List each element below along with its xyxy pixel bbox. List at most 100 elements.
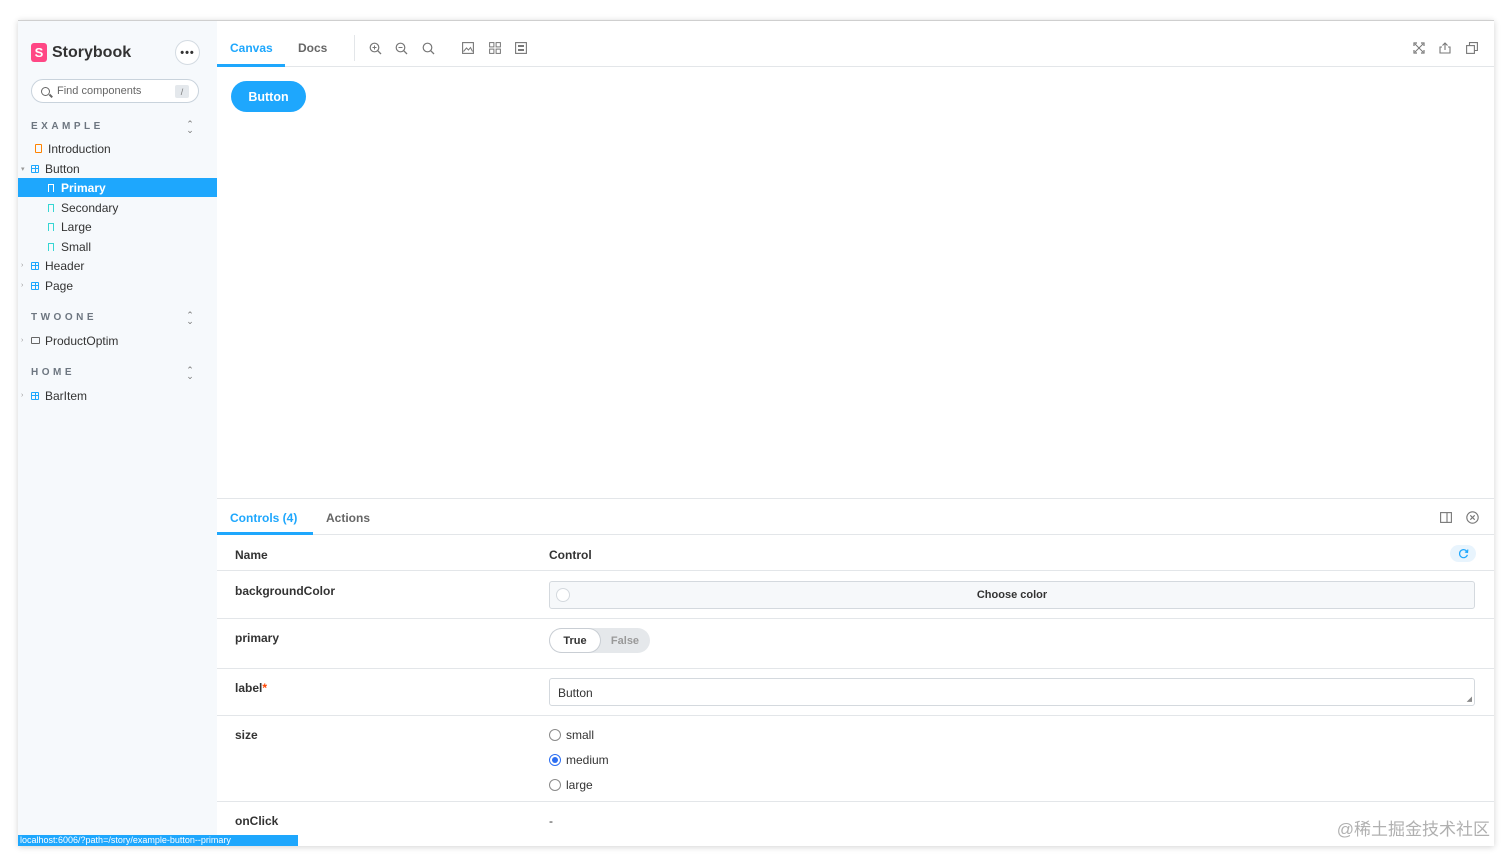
search-icon — [41, 86, 50, 96]
tab-actions[interactable]: Actions — [326, 511, 370, 525]
radio-option-small[interactable]: small — [549, 728, 594, 742]
control-name: label* — [235, 681, 268, 695]
fullscreen-icon[interactable] — [1412, 41, 1426, 55]
group-title-example[interactable]: EXAMPLE — [31, 121, 104, 132]
addons-panel: Controls (4) Actions Name Control backgr… — [217, 498, 1494, 846]
sidebar-item-label: Page — [45, 278, 74, 293]
collapsed-arrow-icon: › — [21, 282, 24, 289]
collapsed-arrow-icon: › — [21, 262, 24, 269]
search-box[interactable]: Find components / — [31, 79, 199, 103]
component-icon — [31, 164, 39, 173]
component-icon — [31, 281, 39, 290]
control-row-primary: primary True False — [217, 619, 1494, 669]
collapsed-arrow-icon: › — [21, 392, 24, 399]
control-row-label: label* Button ◢ — [217, 669, 1494, 716]
sidebar-item-header[interactable]: › Header — [18, 256, 217, 275]
sidebar-item-label: Secondary — [61, 200, 119, 215]
preview-canvas: Button — [217, 67, 1494, 498]
status-bar-url: localhost:6006/?path=/story/example-butt… — [18, 835, 298, 846]
bookmark-icon — [48, 242, 54, 251]
radio-button-selected[interactable] — [549, 754, 561, 766]
control-row-backgroundcolor: backgroundColor Choose color — [217, 572, 1494, 619]
column-header-name: Name — [235, 548, 268, 562]
sidebar-item-secondary[interactable]: Secondary — [18, 198, 217, 217]
copy-link-icon[interactable] — [1465, 41, 1479, 55]
outline-icon[interactable] — [514, 41, 528, 55]
collapse-chevron-icon[interactable]: ⌃ ⌄ — [186, 311, 194, 326]
control-name: size — [235, 728, 258, 742]
background-image-icon[interactable] — [461, 41, 475, 55]
menu-button[interactable]: ••• — [175, 40, 200, 65]
grid-icon[interactable] — [488, 41, 502, 55]
search-input[interactable]: Find components — [57, 85, 141, 97]
tab-controls[interactable]: Controls (4) — [230, 511, 297, 525]
resize-grip-icon[interactable]: ◢ — [1467, 695, 1472, 703]
group-title-twoone[interactable]: TWOONE — [31, 312, 97, 323]
label-text-input[interactable]: Button ◢ — [549, 678, 1475, 706]
bookmark-icon — [48, 222, 54, 231]
storybook-logo-icon: S — [31, 43, 47, 62]
sidebar-item-label: ProductOptim — [45, 333, 119, 348]
reset-controls-button[interactable] — [1450, 545, 1476, 562]
component-icon — [31, 391, 39, 400]
expanded-arrow-icon: ▾ — [21, 165, 25, 173]
radio-button[interactable] — [549, 729, 561, 741]
brand-name: Storybook — [52, 43, 132, 61]
close-panel-icon[interactable] — [1465, 510, 1479, 524]
bookmark-icon — [48, 203, 54, 212]
toolbar: Canvas Docs — [217, 21, 1494, 67]
active-panel-tab-indicator — [217, 532, 313, 535]
sidebar-item-label: Small — [61, 239, 92, 254]
toggle-true-option[interactable]: True — [550, 629, 600, 652]
boolean-toggle[interactable]: True False — [549, 628, 650, 653]
collapse-chevron-icon[interactable]: ⌃ ⌄ — [186, 120, 194, 135]
sidebar-item-small[interactable]: Small — [18, 237, 217, 256]
toolbar-divider — [354, 35, 355, 61]
sidebar-item-label: Button — [45, 161, 80, 176]
bookmark-icon — [48, 183, 54, 192]
tab-docs[interactable]: Docs — [298, 41, 327, 55]
sidebar-item-page[interactable]: › Page — [18, 276, 217, 295]
sidebar-item-label: Primary — [61, 180, 106, 195]
search-shortcut-key: / — [175, 85, 189, 98]
panel-orientation-icon[interactable] — [1439, 510, 1453, 524]
controls-table-header: Name Control — [217, 536, 1494, 571]
sidebar-item-introduction[interactable]: Introduction — [18, 139, 217, 158]
control-name: primary — [235, 631, 280, 645]
radio-button[interactable] — [549, 779, 561, 791]
collapsed-arrow-icon: › — [21, 337, 24, 344]
preview-primary-button[interactable]: Button — [231, 81, 306, 112]
sidebar-item-productoptim[interactable]: › ProductOptim — [18, 331, 217, 350]
control-name: onClick — [235, 814, 279, 828]
sidebar: S Storybook ••• Find components / EXAMPL… — [18, 21, 217, 846]
sidebar-item-label: Introduction — [48, 141, 111, 156]
column-header-control: Control — [549, 548, 592, 562]
color-swatch — [556, 588, 570, 602]
zoom-reset-icon[interactable] — [421, 41, 435, 55]
open-new-tab-icon[interactable] — [1438, 41, 1452, 55]
collapse-chevron-icon[interactable]: ⌃ ⌄ — [186, 366, 194, 381]
watermark: @稀土掘金技术社区 — [1336, 820, 1490, 839]
brand[interactable]: S Storybook — [31, 43, 131, 62]
component-icon — [31, 261, 39, 270]
radio-option-large[interactable]: large — [549, 778, 593, 792]
color-picker-button[interactable]: Choose color — [549, 581, 1475, 609]
sidebar-item-baritem[interactable]: › BarItem — [18, 386, 217, 405]
control-row-onclick: onClick - — [217, 802, 1494, 846]
group-title-home[interactable]: HOME — [31, 367, 75, 378]
color-picker-label: Choose color — [976, 589, 1048, 601]
zoom-in-icon[interactable] — [368, 41, 382, 55]
required-mark: * — [262, 681, 268, 695]
zoom-out-icon[interactable] — [394, 41, 408, 55]
main-area: Canvas Docs Button Controls (4) Actions … — [217, 21, 1494, 846]
sidebar-item-large[interactable]: Large — [18, 217, 217, 236]
sidebar-item-label: Large — [61, 219, 92, 234]
sidebar-item-button[interactable]: ▾ Button — [18, 159, 217, 178]
toggle-false-option[interactable]: False — [600, 628, 650, 653]
control-name: backgroundColor — [235, 584, 336, 598]
sidebar-item-primary[interactable]: Primary — [18, 178, 217, 197]
radio-option-medium[interactable]: medium — [549, 753, 609, 767]
sidebar-item-label: BarItem — [45, 388, 88, 403]
storybook-window: S Storybook ••• Find components / EXAMPL… — [18, 20, 1494, 846]
tab-canvas[interactable]: Canvas — [230, 41, 273, 55]
